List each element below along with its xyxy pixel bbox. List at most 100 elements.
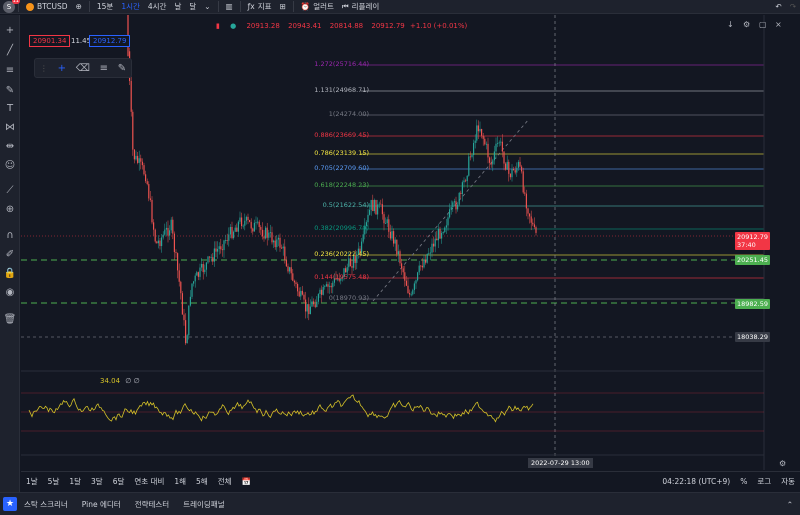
timeframe-1h[interactable]: 1시간: [117, 0, 144, 14]
range-button[interactable]: 전체: [213, 476, 237, 487]
fib-level-label: 0(18970.93): [328, 294, 369, 302]
tab-pine-editor[interactable]: Pine 에디터: [75, 499, 128, 510]
eraser-icon[interactable]: ⌫: [76, 63, 90, 74]
candle: [309, 299, 311, 315]
range-button[interactable]: 연초 대비: [129, 476, 169, 487]
scroll-down-icon[interactable]: ↓: [727, 20, 734, 29]
chevron-up-icon: ⌃: [786, 499, 793, 509]
date-range-bar: 1날 5날 1달 3달 6달 연초 대비 1해 5해 전체 📅 04:22:18 (UTC+9)…: [21, 471, 800, 491]
candle: [287, 263, 289, 274]
price-chart-canvas[interactable]: [21, 15, 800, 470]
candle: [213, 241, 215, 267]
timeframe-1d[interactable]: 날: [170, 0, 185, 14]
replay-button[interactable]: ⏮ 리플레이: [338, 0, 383, 14]
fib-level-label: 0.236(20222.45): [314, 250, 369, 258]
lock-icon[interactable]: 🔒: [3, 266, 17, 280]
chart-pane[interactable]: ▮ ● 20913.28 20943.41 20814.88 20912.79 …: [21, 15, 800, 470]
tab-trading-panel[interactable]: 트레이딩패널: [176, 499, 231, 510]
divider: [217, 1, 219, 12]
range-button[interactable]: 3달: [86, 476, 108, 487]
layout-button[interactable]: ⊞: [276, 0, 290, 14]
undo-button[interactable]: ↶: [771, 0, 785, 14]
legend-change: +1.10 (+0.01%): [410, 22, 468, 30]
indicators-button[interactable]: ƒx 지표: [244, 0, 276, 14]
candle: [527, 207, 529, 220]
timeframe-1m[interactable]: 달: [185, 0, 200, 14]
candle: [132, 109, 134, 156]
fib-icon[interactable]: ≡: [3, 63, 17, 77]
auto-toggle[interactable]: 자동: [776, 476, 800, 487]
candle: [530, 210, 532, 231]
compare-button[interactable]: ⊕: [72, 0, 86, 14]
settings-icon[interactable]: ⚙: [779, 459, 786, 468]
candle: [295, 280, 297, 289]
candle: [417, 271, 419, 282]
ruler-icon[interactable]: ⟋: [3, 183, 17, 197]
range-button[interactable]: 1날: [21, 476, 43, 487]
candle: [369, 203, 371, 216]
candle: [191, 283, 193, 300]
percent-toggle[interactable]: %: [735, 477, 752, 486]
timeframe-label: 1시간: [121, 2, 140, 11]
top-toolbar: S 11 BTCUSD ⊕ 15분 1시간 4시간 날 달 ⌄ ▥ ƒx 지표 …: [0, 0, 800, 14]
eye-icon[interactable]: ◉: [3, 285, 17, 299]
range-button[interactable]: 5해: [191, 476, 213, 487]
maximize-icon[interactable]: ▢: [759, 20, 767, 29]
current-price-label: 20912.79 37:40: [734, 232, 770, 250]
candle: [418, 260, 420, 275]
candle: [362, 230, 364, 244]
redo-button[interactable]: ↷: [786, 0, 800, 14]
candle: [265, 225, 267, 240]
range-button[interactable]: 1해: [169, 476, 191, 487]
zoom-icon[interactable]: ⊕: [3, 202, 17, 216]
trash-icon[interactable]: 🗑: [3, 312, 17, 326]
candle: [413, 281, 415, 295]
candle: [300, 286, 302, 301]
drag-handle-icon[interactable]: ⋮: [40, 64, 48, 73]
timeframe-dropdown[interactable]: ⌄: [200, 0, 214, 14]
divider: [292, 1, 294, 12]
candle: [388, 214, 390, 238]
close-pane-icon[interactable]: ×: [775, 20, 782, 29]
goto-date-button[interactable]: 📅: [237, 477, 256, 486]
text-icon[interactable]: T: [3, 101, 17, 115]
tab-stock-screener[interactable]: 스탁 스크리너: [17, 499, 75, 510]
brush-icon[interactable]: ✎: [118, 63, 126, 74]
candle: [207, 255, 209, 264]
emoji-icon[interactable]: ☺: [3, 158, 17, 172]
star-icon[interactable]: ★: [3, 497, 17, 511]
range-button[interactable]: 5날: [43, 476, 65, 487]
alert-button[interactable]: ⏰ 얼러트: [297, 0, 338, 14]
collapse-panel-button[interactable]: ⌃: [780, 500, 800, 509]
brush-icon[interactable]: ✎: [3, 83, 17, 97]
tab-strategy-tester[interactable]: 전략테스터: [128, 499, 177, 510]
forecast-icon[interactable]: ⇹: [3, 139, 17, 153]
settings-icon[interactable]: ⚙: [743, 20, 750, 29]
pattern-icon[interactable]: ⋈: [3, 120, 17, 134]
candle: [261, 222, 263, 240]
trendline-icon[interactable]: ╱: [3, 43, 17, 57]
candle: [429, 246, 431, 261]
symbol-search[interactable]: BTCUSD: [22, 0, 72, 14]
stay-drawing-icon[interactable]: ✐: [3, 247, 17, 261]
candle: [319, 287, 321, 299]
crosshair-icon[interactable]: +: [3, 23, 17, 37]
range-button[interactable]: 1달: [64, 476, 86, 487]
chart-type-button[interactable]: ▥: [222, 0, 237, 14]
timezone-clock[interactable]: 04:22:18 (UTC+9): [657, 477, 735, 486]
timeframe-4h[interactable]: 4시간: [144, 0, 171, 14]
candle: [157, 235, 159, 249]
log-toggle[interactable]: 로그: [752, 476, 776, 487]
timeframe-15m[interactable]: 15분: [93, 0, 117, 14]
crosshair-icon[interactable]: +: [58, 63, 66, 74]
sell-price-box[interactable]: 20901.34: [29, 35, 71, 47]
buy-price-box[interactable]: 20912.79: [89, 35, 131, 47]
candle: [332, 280, 334, 294]
fib-level-label: 0.382(20996.70): [314, 224, 369, 232]
fib-icon[interactable]: ≡: [100, 63, 108, 74]
drawing-toolbar: + ╱ ≡ ✎ T ⋈ ⇹ ☺ ⟋ ⊕ ∩ ✐ 🔒 ◉ 🗑: [0, 15, 20, 515]
range-button[interactable]: 6달: [108, 476, 130, 487]
candle: [173, 231, 175, 260]
user-avatar[interactable]: S 11: [3, 0, 20, 13]
magnet-icon[interactable]: ∩: [3, 228, 17, 242]
